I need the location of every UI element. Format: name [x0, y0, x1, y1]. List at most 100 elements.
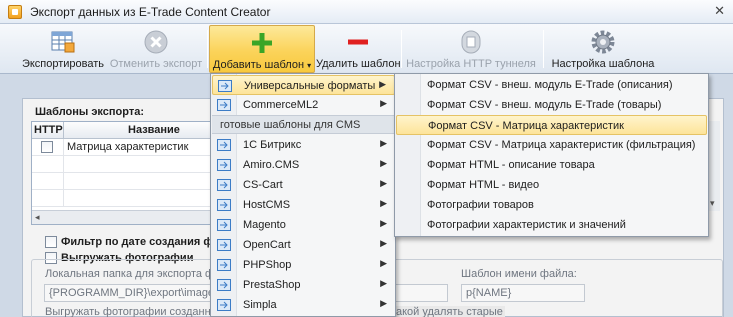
menu-item-cms[interactable]: Magento ▶	[212, 215, 395, 235]
window-title: Экспорт данных из E-Trade Content Creato…	[30, 5, 271, 19]
cancel-icon	[144, 30, 168, 54]
menu-item-label: Simpla	[243, 299, 277, 311]
cancel-export-label: Отменить экспорт	[109, 58, 203, 70]
cancel-export-button[interactable]: Отменить экспорт	[108, 25, 204, 73]
filter-by-date-checkbox[interactable]	[45, 236, 57, 248]
filename-template-label: Шаблон имени файла:	[461, 268, 577, 280]
submenu-arrow-icon: ▶	[380, 198, 387, 208]
filter-by-date-label: Фильтр по дате создания ф	[61, 236, 213, 248]
menu-item-label: HostCMS	[243, 199, 291, 211]
table-row	[32, 173, 240, 190]
add-template-label: Добавить шаблон ▾	[212, 59, 312, 71]
add-template-menu: Универсальные форматы ▶ CommerceML2 ▶ го…	[210, 73, 396, 317]
delete-template-button[interactable]: Удалить шаблон	[316, 25, 401, 73]
horizontal-scrollbar[interactable]: ◂	[32, 210, 240, 224]
export-button[interactable]: Экспортировать	[20, 25, 106, 73]
template-icon	[217, 299, 231, 311]
delete-old-label: акой удалять старые	[394, 306, 505, 317]
menu-item-cms[interactable]: 1С Битрикс ▶	[212, 135, 395, 155]
templates-title: Шаблоны экспорта:	[35, 106, 145, 118]
http-tunnel-button[interactable]: Настройка HTTP туннеля	[403, 25, 539, 73]
menu-item-label: Magento	[243, 219, 286, 231]
column-name[interactable]: Название	[128, 124, 180, 136]
menu-item-format[interactable]: Формат CSV - внеш. модуль E-Trade (товар…	[396, 95, 707, 115]
title-bar: Экспорт данных из E-Trade Content Creato…	[0, 0, 733, 24]
scroll-left-icon[interactable]: ◂	[35, 212, 40, 223]
universal-formats-submenu: Формат CSV - внеш. модуль E-Trade (описа…	[394, 73, 709, 237]
menu-item-format[interactable]: Фотографии характеристик и значений	[396, 215, 707, 235]
column-http[interactable]: HTTP	[34, 124, 63, 136]
table-row[interactable]: Матрица характеристик	[32, 139, 240, 156]
menu-item-label: Формат CSV - Матрица характеристик (филь…	[427, 139, 696, 151]
field-partial[interactable]	[392, 284, 448, 302]
delete-template-label: Удалить шаблон	[316, 58, 401, 70]
submenu-arrow-icon: ▶	[380, 218, 387, 228]
menu-item-label: Формат HTML - описание товара	[427, 159, 595, 171]
menu-item-format[interactable]: Формат CSV - внеш. модуль E-Trade (описа…	[396, 75, 707, 95]
menu-item-cms[interactable]: OpenCart ▶	[212, 235, 395, 255]
cms-templates-header: готовые шаблоны для CMS	[212, 115, 395, 134]
table-row	[32, 190, 240, 207]
menu-item-cms[interactable]: HostCMS ▶	[212, 195, 395, 215]
template-icon	[217, 239, 231, 251]
template-icon	[218, 80, 232, 92]
minus-icon	[348, 39, 368, 45]
template-icon	[217, 139, 231, 151]
http-tunnel-label: Настройка HTTP туннеля	[406, 58, 536, 70]
menu-item-cms[interactable]: Amiro.CMS ▶	[212, 155, 395, 175]
template-icon	[217, 199, 231, 211]
http-checkbox[interactable]	[41, 141, 53, 153]
local-folder-label: Локальная папка для экспорта фот	[45, 268, 226, 280]
template-settings-button[interactable]: Настройка шаблона	[546, 25, 660, 73]
close-icon[interactable]: ✕	[714, 3, 725, 19]
menu-item-label: PHPShop	[243, 259, 292, 271]
cms-templates-header-label: готовые шаблоны для CMS	[220, 119, 361, 131]
template-icon	[217, 99, 231, 111]
gear-icon	[591, 30, 615, 54]
menu-item-label: Универсальные форматы	[244, 80, 376, 92]
menu-item-format[interactable]: Формат HTML - видео	[396, 175, 707, 195]
menu-item-label: Фотографии товаров	[427, 199, 534, 211]
dropdown-arrow-icon: ▾	[307, 61, 312, 70]
column-divider	[63, 122, 64, 139]
menu-item-label: 1С Битрикс	[243, 139, 302, 151]
template-icon	[217, 219, 231, 231]
submenu-arrow-icon: ▶	[380, 238, 387, 248]
table-export-icon	[51, 31, 75, 53]
template-icon	[217, 259, 231, 271]
menu-item-label: Формат CSV - Матрица характеристик	[428, 120, 624, 132]
export-label: Экспортировать	[21, 58, 105, 70]
menu-item-label: OpenCart	[243, 239, 291, 251]
menu-item-label: Формат HTML - видео	[427, 179, 540, 191]
menu-item-label: Фотографии характеристик и значений	[427, 219, 626, 231]
template-icon	[217, 279, 231, 291]
table-row	[32, 156, 240, 173]
plus-icon	[252, 33, 272, 53]
filename-template-field[interactable]: p{NAME}	[461, 284, 585, 302]
template-name: Матрица характеристик	[67, 141, 189, 153]
scroll-down-icon[interactable]: ▾	[710, 198, 715, 209]
menu-item-label: Формат CSV - внеш. модуль E-Trade (товар…	[427, 99, 662, 111]
toolbar-separator	[543, 30, 544, 68]
menu-item-format[interactable]: Формат HTML - описание товара	[396, 155, 707, 175]
template-icon	[217, 159, 231, 171]
menu-item-cms[interactable]: PHPShop ▶	[212, 255, 395, 275]
local-folder-field[interactable]: {PROGRAMM_DIR}\export\images\	[44, 284, 230, 302]
menu-item-format[interactable]: Фотографии товаров	[396, 195, 707, 215]
menu-item-universal-formats[interactable]: Универсальные форматы ▶	[212, 75, 395, 95]
add-template-button[interactable]: Добавить шаблон ▾	[209, 25, 315, 73]
table-header: HTTP Название	[32, 122, 240, 139]
menu-item-format[interactable]: Формат CSV - Матрица характеристик	[396, 115, 707, 135]
menu-item-format[interactable]: Формат CSV - Матрица характеристик (филь…	[396, 135, 707, 155]
submenu-arrow-icon: ▶	[380, 138, 387, 148]
menu-item-cms[interactable]: Simpla ▶	[212, 295, 395, 315]
menu-item-label: CS-Cart	[243, 179, 283, 191]
menu-item-label: CommerceML2	[243, 99, 319, 111]
menu-item-cms[interactable]: CS-Cart ▶	[212, 175, 395, 195]
menu-item-cms[interactable]: PrestaShop ▶	[212, 275, 395, 295]
toolbar: Экспортировать Отменить экспорт Добавить…	[0, 24, 733, 74]
menu-item-commerceml2[interactable]: CommerceML2 ▶	[212, 95, 395, 115]
submenu-arrow-icon: ▶	[380, 178, 387, 188]
template-icon	[217, 179, 231, 191]
template-settings-label: Настройка шаблона	[551, 58, 655, 70]
